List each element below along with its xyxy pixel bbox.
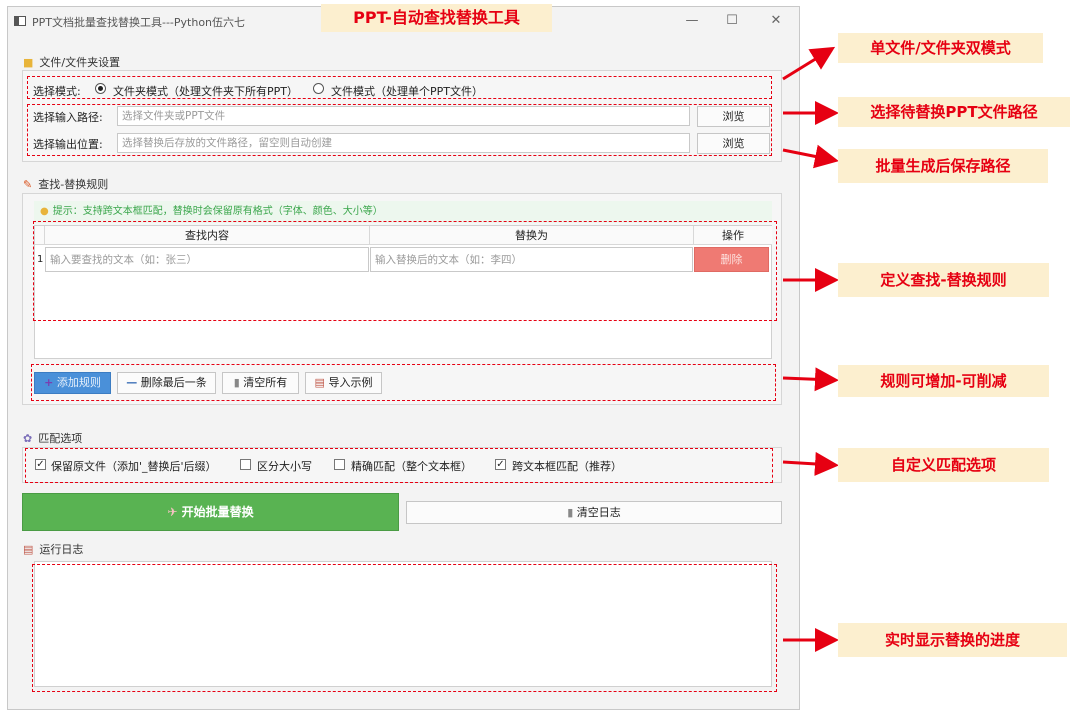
arrow-mode [782,46,836,81]
callout-mode: 单文件/文件夹双模式 [838,33,1043,63]
callout-progress: 实时显示替换的进度 [838,623,1067,657]
arrow-match [782,451,839,476]
callout-input-path: 选择待替换PPT文件路径 [838,97,1070,127]
arrow-output [782,144,839,169]
callout-output-path: 批量生成后保存路径 [838,149,1048,183]
callout-add-remove: 规则可增加-可削减 [838,365,1049,397]
callout-rules: 定义查找-替换规则 [838,263,1049,297]
callout-match: 自定义匹配选项 [838,448,1049,482]
arrow-add-remove [782,367,839,392]
